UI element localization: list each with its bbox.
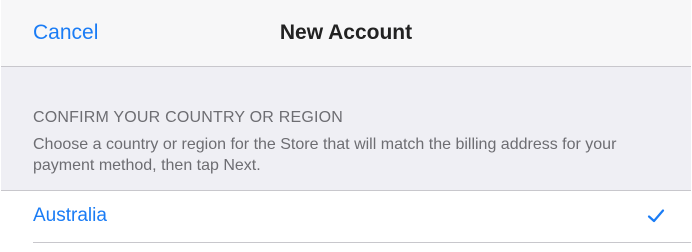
country-list: Australia [1, 190, 691, 252]
page-title: New Account [279, 21, 413, 44]
new-account-screen: Cancel New Account CONFIRM YOUR COUNTRY … [1, 0, 691, 252]
section-header: CONFIRM YOUR COUNTRY OR REGION [33, 109, 344, 126]
section-description: Choose a country or region for the Store… [33, 136, 617, 174]
country-row-australia[interactable]: Australia [1, 191, 691, 242]
country-label: Australia [33, 205, 107, 226]
navigation-bar: Cancel New Account [1, 0, 691, 67]
row-divider [33, 242, 691, 243]
checkmark-icon [647, 207, 665, 225]
